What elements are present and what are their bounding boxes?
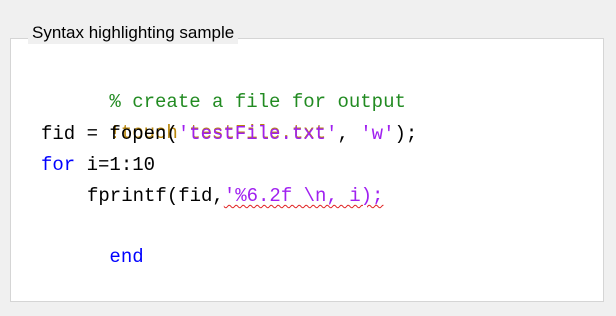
code-text: , xyxy=(337,123,361,145)
code-text: i=1:10 xyxy=(75,154,156,176)
code-line-2: !touch testFile.txt xyxy=(41,88,326,144)
syntax-sample-groupbox: % create a file for output !touch testFi… xyxy=(10,38,604,302)
unterminated-string-token: '%6.2f \n, i); xyxy=(223,185,384,207)
groupbox-title: Syntax highlighting sample xyxy=(28,22,239,44)
keyword-token: end xyxy=(109,246,144,268)
code-line-4: for i=1:10 xyxy=(41,150,155,180)
code-line-5: fprintf(fid,'%6.2f \n, i); xyxy=(41,181,383,211)
code-line-6: end xyxy=(41,212,143,268)
code-line-1: % create a file for output xyxy=(41,57,405,113)
code-text: fid = fopen( xyxy=(41,123,178,145)
code-editor[interactable]: % create a file for output !touch testFi… xyxy=(21,57,595,293)
code-line-3: fid = fopen('testFile.txt', 'w'); xyxy=(41,119,417,149)
string-token: 'w' xyxy=(360,123,395,145)
string-token: 'testFile.txt' xyxy=(177,123,338,145)
code-text: fprintf(fid, xyxy=(87,185,224,207)
keyword-token: for xyxy=(41,154,76,176)
code-text: ); xyxy=(394,123,418,145)
